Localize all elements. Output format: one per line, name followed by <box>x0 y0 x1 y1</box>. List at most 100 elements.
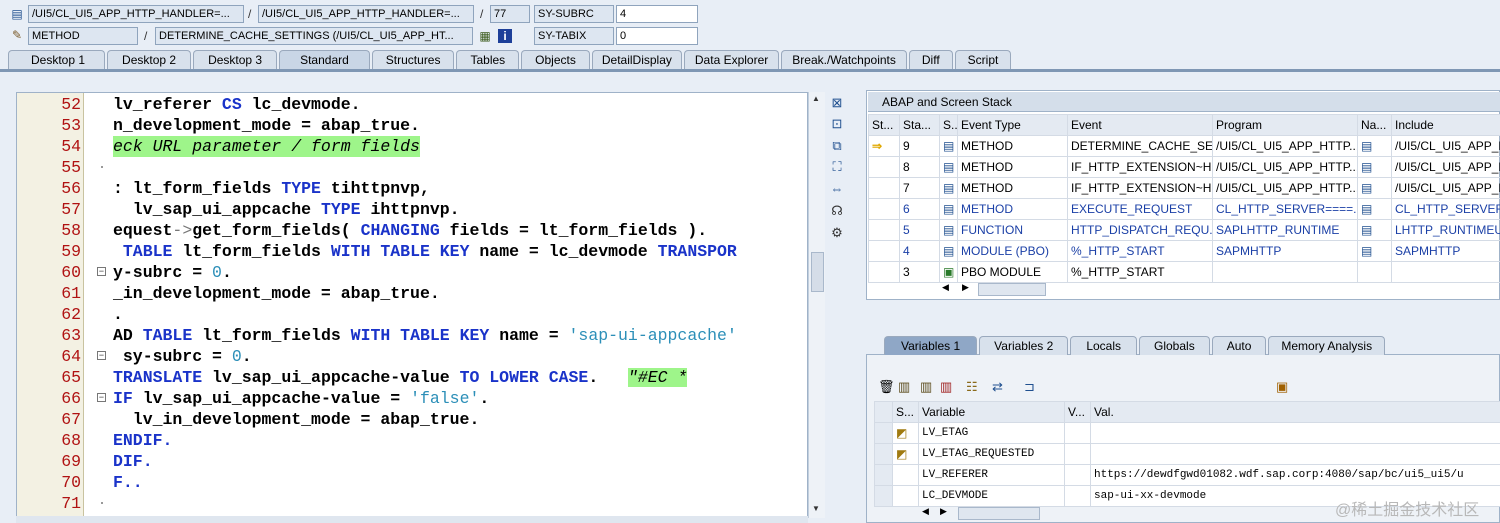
column-header[interactable]: S... <box>939 114 958 136</box>
event-name-field[interactable]: DETERMINE_CACHE_SETTINGS (/UI5/CL_UI5_AP… <box>155 27 473 45</box>
table-row[interactable]: ⇒ 9 ▤ METHOD DETERMINE_CACHE_SET... /UI5… <box>868 135 1500 157</box>
tab-objects[interactable]: Objects <box>521 50 590 69</box>
navigate-icon[interactable]: ▤ <box>1357 240 1392 262</box>
code-line[interactable]: 60 − y-subrc = 0. <box>17 262 807 283</box>
code-line[interactable]: 57 lv_sap_ui_appcache TYPE ihttpnvp. <box>17 199 807 220</box>
code-line[interactable]: 52 lv_referer CS lc_devmode. <box>17 94 807 115</box>
tab-structures[interactable]: Structures <box>371 50 455 69</box>
scroll-left-icon[interactable]: ◀ <box>942 282 949 293</box>
fold-toggle-icon[interactable]: − <box>97 351 106 361</box>
editor-vertical-scrollbar[interactable]: ▲ ▼ <box>808 92 825 518</box>
variable-value[interactable] <box>1090 443 1500 465</box>
append-icon[interactable]: ▥ <box>920 379 932 395</box>
tab-detaildisplay[interactable]: DetailDisplay <box>591 50 682 69</box>
line-number-field[interactable]: 77 <box>490 5 530 23</box>
variable-value[interactable]: https://dewdfgwd01082.wdf.sap.corp:4080/… <box>1090 464 1500 486</box>
code-line[interactable]: 68 ENDIF. <box>17 430 807 451</box>
code-line[interactable]: 58 equest->get_form_fields( CHANGING fiel… <box>17 220 807 241</box>
code-line[interactable]: 62. <box>17 304 807 325</box>
editor-horizontal-scrollbar[interactable] <box>16 516 808 523</box>
table-row[interactable]: 8 ▤ METHOD IF_HTTP_EXTENSION~H... /UI5/C… <box>868 156 1500 178</box>
new-tool-icon[interactable]: ⊡ <box>829 116 845 132</box>
column-header[interactable]: Event <box>1067 114 1213 136</box>
export-icon[interactable]: ▥ <box>940 379 952 395</box>
column-header[interactable]: Include <box>1391 114 1500 136</box>
scroll-right-icon[interactable]: ▶ <box>940 506 947 517</box>
program-field-1[interactable]: /UI5/CL_UI5_APP_HTTP_HANDLER=... <box>28 5 244 23</box>
code-line[interactable]: 71 <box>17 493 807 514</box>
sysvar-value-1[interactable]: 4 <box>616 5 698 23</box>
fold-toggle-icon[interactable]: − <box>97 393 106 403</box>
stack-horizontal-scrollbar[interactable]: ◀ ▶ <box>940 282 1046 296</box>
code-line[interactable]: 53 n_development_mode = abap_true. <box>17 115 807 136</box>
code-line[interactable]: 66 − IF lv_sap_ui_appcache-value = 'false'… <box>17 388 807 409</box>
variable-name[interactable]: LC_DEVMODE <box>918 485 1065 507</box>
tab-data-explorer[interactable]: Data Explorer <box>683 50 780 69</box>
table-row[interactable]: 3 ▣ PBO MODULE %_HTTP_START <box>868 261 1500 283</box>
code-line[interactable]: 64 − sy-subrc = 0. <box>17 346 807 367</box>
attach-icon[interactable]: ⊐ <box>1024 379 1035 395</box>
fold-toggle-icon[interactable]: − <box>97 267 106 277</box>
swap-tool-icon[interactable]: ⧉ <box>829 138 845 154</box>
tab-diff[interactable]: Diff <box>908 50 953 69</box>
code-line[interactable]: 65 TRANSLATE lv_sap_ui_appcache-value TO … <box>17 367 807 388</box>
insert-icon[interactable]: ▥ <box>898 379 910 395</box>
tab-auto[interactable]: Auto <box>1211 336 1267 355</box>
scroll-left-icon[interactable]: ◀ <box>922 506 929 517</box>
resize-horizontal-icon[interactable]: ⇔ <box>829 181 845 197</box>
scroll-right-icon[interactable]: ▶ <box>962 282 969 293</box>
sysvar-name-2[interactable]: SY-TABIX <box>534 27 614 45</box>
tab-desktop-2[interactable]: Desktop 2 <box>107 50 192 69</box>
column-header[interactable]: Na... <box>1357 114 1392 136</box>
navigate-icon[interactable]: ▤ <box>1357 198 1392 220</box>
row-selector[interactable] <box>874 464 893 486</box>
row-selector[interactable] <box>874 443 893 465</box>
scroll-down-icon[interactable]: ▼ <box>812 504 820 513</box>
navigate-icon[interactable]: ▤ <box>1357 156 1392 178</box>
tab-standard[interactable]: Standard <box>279 50 370 69</box>
table-row[interactable]: LV_REFERER https://dewdfgwd01082.wdf.sap… <box>874 464 1500 486</box>
tab-tables[interactable]: Tables <box>456 50 520 69</box>
code-line[interactable]: 63 AD TABLE lt_form_fields WITH TABLE KEY… <box>17 325 807 346</box>
column-header[interactable]: S... <box>892 401 919 423</box>
navigate-icon[interactable]: ▤ <box>1357 219 1392 241</box>
variable-name[interactable]: LV_ETAG_REQUESTED <box>918 443 1065 465</box>
table-row[interactable]: 6 ▤ METHOD EXECUTE_REQUEST CL_HTTP_SERVE… <box>868 198 1500 220</box>
variable-name[interactable]: LV_ETAG <box>918 422 1065 444</box>
maximize-icon[interactable]: ⛶ <box>829 159 845 175</box>
settings-tool-icon[interactable]: ⚙ <box>829 225 845 241</box>
table-row[interactable]: 5 ▤ FUNCTION HTTP_DISPATCH_REQU... SAPLH… <box>868 219 1500 241</box>
scroll-thumb[interactable] <box>978 283 1046 296</box>
column-header[interactable]: Val. <box>1090 401 1500 423</box>
tab-desktop-1[interactable]: Desktop 1 <box>8 50 106 69</box>
code-line[interactable]: 56: lt_form_fields TYPE tihttpnvp, <box>17 178 807 199</box>
hierarchy-icon[interactable]: ☷ <box>966 379 978 395</box>
code-line[interactable]: 69 DIF. <box>17 451 807 472</box>
display-object-icon[interactable]: ▦ <box>478 29 492 43</box>
tab-desktop-3[interactable]: Desktop 3 <box>193 50 278 69</box>
column-header[interactable]: V... <box>1064 401 1091 423</box>
scroll-thumb[interactable] <box>958 507 1040 520</box>
event-type-field[interactable]: METHOD <box>28 27 138 45</box>
tab-script[interactable]: Script <box>954 50 1012 69</box>
table-row[interactable]: ◩ LV_ETAG_REQUESTED <box>874 443 1500 465</box>
column-header[interactable]: Program <box>1212 114 1358 136</box>
code-line[interactable]: 70 F.. <box>17 472 807 493</box>
save-icon[interactable]: ▣ <box>1276 379 1288 395</box>
delete-icon[interactable]: 🗑 <box>878 379 895 395</box>
tab-memory-analysis[interactable]: Memory Analysis <box>1268 336 1386 355</box>
table-row[interactable]: 4 ▤ MODULE (PBO) %_HTTP_START SAPMHTTP ▤… <box>868 240 1500 262</box>
variable-name[interactable]: LV_REFERER <box>918 464 1065 486</box>
navigate-icon[interactable]: ▤ <box>1357 135 1392 157</box>
sysvar-value-2[interactable]: 0 <box>616 27 698 45</box>
navigate-icon[interactable]: ▤ <box>1357 177 1392 199</box>
code-line[interactable]: 54 eck URL parameter / form fields <box>17 136 807 157</box>
code-line[interactable]: 61 _in_development_mode = abap_true. <box>17 283 807 304</box>
column-header[interactable]: Variable <box>918 401 1065 423</box>
code-line[interactable]: 55 <box>17 157 807 178</box>
variables-horizontal-scrollbar[interactable]: ◀ ▶ <box>920 506 1040 520</box>
tab-watchpoints[interactable]: Break./Watchpoints <box>781 50 907 69</box>
scroll-up-icon[interactable]: ▲ <box>812 94 820 103</box>
column-header[interactable]: Sta... <box>899 114 940 136</box>
table-row[interactable]: ◩ LV_ETAG <box>874 422 1500 444</box>
